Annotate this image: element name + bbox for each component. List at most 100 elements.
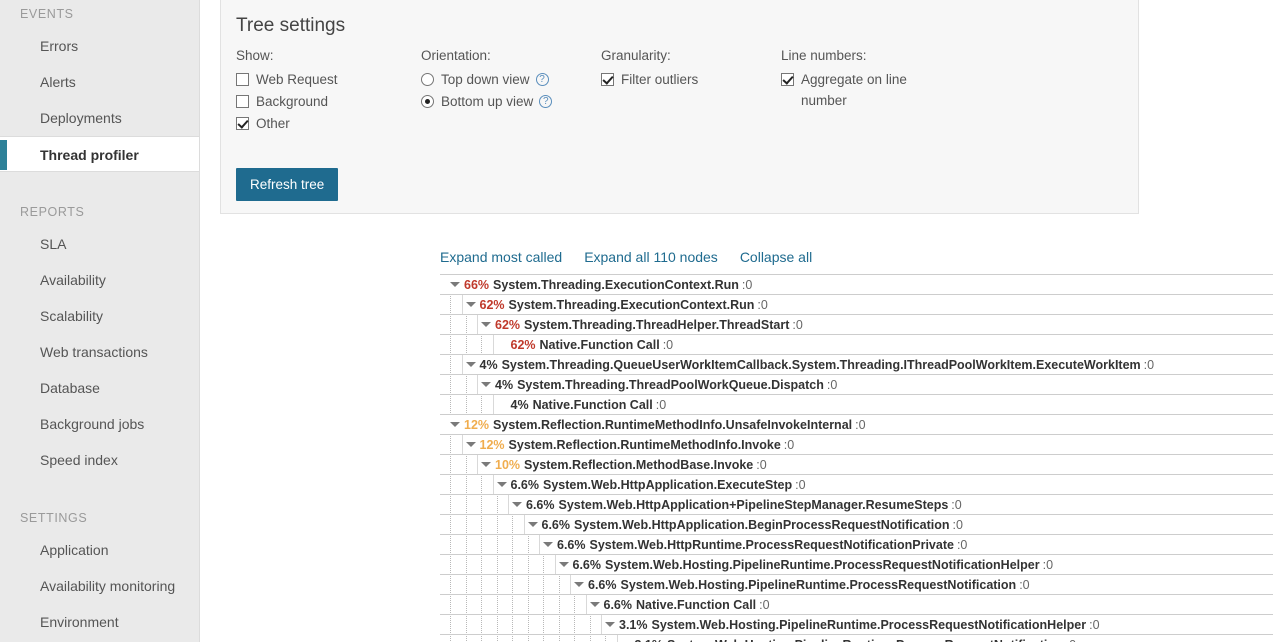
tree-row-method-name: System.Web.Hosting.PipelineRuntime.Proce… <box>621 578 1017 592</box>
chevron-down-icon[interactable] <box>512 502 522 507</box>
tree-guide-line <box>512 595 513 615</box>
tree-row[interactable]: 6.6%System.Web.HttpApplication.BeginProc… <box>440 515 1273 535</box>
tree-row[interactable]: 6.6%System.Web.Hosting.PipelineRuntime.P… <box>440 575 1273 595</box>
tree-row[interactable]: 10%System.Reflection.MethodBase.Invoke:0 <box>440 455 1273 475</box>
tree-row[interactable]: 6.6%System.Web.HttpApplication.ExecuteSt… <box>440 475 1273 495</box>
tree-row[interactable]: 4%Native.Function Call:0 <box>440 395 1273 415</box>
checkbox-background[interactable] <box>236 95 249 108</box>
tree-row-percent: 6.6% <box>511 478 540 492</box>
tree-guide-line <box>590 635 591 642</box>
help-icon[interactable]: ? <box>539 95 552 108</box>
tree-row[interactable]: 62%Native.Function Call:0 <box>440 335 1273 355</box>
chevron-down-icon[interactable] <box>590 602 600 607</box>
chevron-down-icon[interactable] <box>497 482 507 487</box>
option-label: Bottom up view <box>434 91 533 112</box>
tree-row-content: 6.6%System.Web.HttpApplication+PipelineS… <box>512 495 962 515</box>
tree-row[interactable]: 4%System.Threading.ThreadPoolWorkQueue.D… <box>440 375 1273 395</box>
option-row-filter-outliers[interactable]: Filter outliers <box>601 69 781 90</box>
sidebar-section-gap <box>0 478 199 504</box>
tree-row-method-name: System.Threading.ThreadPoolWorkQueue.Dis… <box>517 378 824 392</box>
sidebar-item-web-transactions[interactable]: Web transactions <box>0 334 199 370</box>
sidebar-item-thread-profiler[interactable]: Thread profiler <box>0 136 199 172</box>
option-row-top-down-view[interactable]: Top down view? <box>421 69 601 90</box>
settings-group-show: Show: Web RequestBackgroundOther <box>236 48 421 135</box>
chevron-down-icon[interactable] <box>574 582 584 587</box>
checkbox-other[interactable] <box>236 117 249 130</box>
checkbox-filter-outliers[interactable] <box>601 73 614 86</box>
tree-guide-line <box>497 615 498 635</box>
sidebar-item-speed-index[interactable]: Speed index <box>0 442 199 478</box>
chevron-down-icon[interactable] <box>481 382 491 387</box>
tree-guide-line <box>450 455 451 475</box>
tree-row-method-name: System.Threading.ExecutionContext.Run <box>509 298 755 312</box>
sidebar-item-availability-monitoring[interactable]: Availability monitoring <box>0 568 199 604</box>
option-row-bottom-up-view[interactable]: Bottom up view? <box>421 91 601 112</box>
tree-row[interactable]: 6.6%System.Web.HttpRuntime.ProcessReques… <box>440 535 1273 555</box>
tree-guide-line <box>450 555 451 575</box>
option-row-other[interactable]: Other <box>236 113 421 134</box>
tree-row[interactable]: 3.1%System.Web.Hosting.PipelineRuntime.P… <box>440 615 1273 635</box>
tree-row[interactable]: 6.6%Native.Function Call:0 <box>440 595 1273 615</box>
chevron-down-icon[interactable] <box>450 282 460 287</box>
radio-bottom-up-view[interactable] <box>421 95 434 108</box>
chevron-down-icon[interactable] <box>543 542 553 547</box>
tree-guide-line <box>574 595 575 615</box>
tree-link-expand-most-called[interactable]: Expand most called <box>440 249 562 265</box>
tree-link-expand-all-110-nodes[interactable]: Expand all 110 nodes <box>584 249 718 265</box>
tree-row-line-number: :0 <box>1019 578 1029 592</box>
sidebar-section-title: SETTINGS <box>0 504 199 532</box>
sidebar-item-errors[interactable]: Errors <box>0 28 199 64</box>
tree-link-collapse-all[interactable]: Collapse all <box>740 249 812 265</box>
tree-guide-line <box>450 495 451 515</box>
tree-guide-line <box>466 535 467 555</box>
option-label: Other <box>249 113 290 134</box>
tree-guide-line <box>466 375 467 395</box>
chevron-down-icon[interactable] <box>528 522 538 527</box>
chevron-down-icon[interactable] <box>559 562 569 567</box>
chevron-down-icon[interactable] <box>466 442 476 447</box>
chevron-down-icon[interactable] <box>481 322 491 327</box>
chevron-down-icon[interactable] <box>605 622 615 627</box>
tree-guide-line <box>528 595 529 615</box>
sidebar-item-scalability[interactable]: Scalability <box>0 298 199 334</box>
chevron-down-icon[interactable] <box>481 462 491 467</box>
tree-guide-line <box>466 575 467 595</box>
sidebar-item-database[interactable]: Database <box>0 370 199 406</box>
sidebar-item-sla[interactable]: SLA <box>0 226 199 262</box>
tree-row[interactable]: 6.6%System.Web.Hosting.PipelineRuntime.P… <box>440 555 1273 575</box>
tree-guide-line <box>559 635 560 642</box>
sidebar-item-background-jobs[interactable]: Background jobs <box>0 406 199 442</box>
sidebar-item-alerts[interactable]: Alerts <box>0 64 199 100</box>
tree-row[interactable]: 3.1%System.Web.Hosting.PipelineRuntime.P… <box>440 635 1273 642</box>
option-row-web-request[interactable]: Web Request <box>236 69 421 90</box>
radio-top-down-view[interactable] <box>421 73 434 86</box>
checkbox-aggregate-on-line-number[interactable] <box>781 73 794 86</box>
tree-row[interactable]: 6.6%System.Web.HttpApplication+PipelineS… <box>440 495 1273 515</box>
tree-row[interactable]: 4%System.Threading.QueueUserWorkItemCall… <box>440 355 1273 375</box>
chevron-down-icon[interactable] <box>466 302 476 307</box>
refresh-tree-button[interactable]: Refresh tree <box>236 168 338 201</box>
sidebar-item-environment[interactable]: Environment <box>0 604 199 640</box>
tree-row[interactable]: 12%System.Reflection.RuntimeMethodInfo.I… <box>440 435 1273 455</box>
sidebar-item-application[interactable]: Application <box>0 532 199 568</box>
checkbox-web-request[interactable] <box>236 73 249 86</box>
tree-row-content: 4%System.Threading.QueueUserWorkItemCall… <box>466 355 1155 375</box>
tree-row[interactable]: 12%System.Reflection.RuntimeMethodInfo.U… <box>440 415 1273 435</box>
tree-guide-line <box>466 455 467 475</box>
tree-row[interactable]: 66%System.Threading.ExecutionContext.Run… <box>440 275 1273 295</box>
sidebar-item-label: Application <box>40 542 109 558</box>
option-row-aggregate-on-line-number[interactable]: Aggregate on line number <box>781 69 961 111</box>
chevron-down-icon[interactable] <box>450 422 460 427</box>
option-row-background[interactable]: Background <box>236 91 421 112</box>
sidebar-item-availability[interactable]: Availability <box>0 262 199 298</box>
tree-row-method-name: System.Reflection.RuntimeMethodInfo.Invo… <box>509 438 781 452</box>
tree-row[interactable]: 62%System.Threading.ThreadHelper.ThreadS… <box>440 315 1273 335</box>
chevron-down-icon[interactable] <box>466 362 476 367</box>
option-label: Background <box>249 91 328 112</box>
tree-guide-line <box>450 355 451 375</box>
sidebar-item-deployments[interactable]: Deployments <box>0 100 199 136</box>
sidebar-section-title: EVENTS <box>0 0 199 28</box>
sidebar-item-label: Speed index <box>40 452 118 468</box>
tree-row[interactable]: 62%System.Threading.ExecutionContext.Run… <box>440 295 1273 315</box>
help-icon[interactable]: ? <box>536 73 549 86</box>
